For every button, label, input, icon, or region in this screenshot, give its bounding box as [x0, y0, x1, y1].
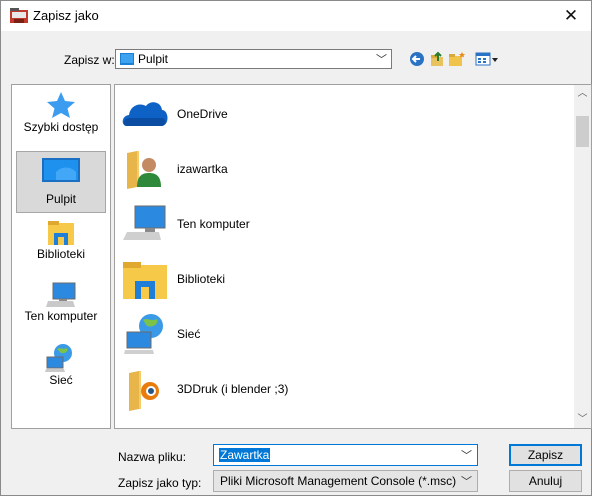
list-item[interactable]: Biblioteki — [119, 253, 559, 305]
app-icon — [10, 8, 28, 23]
back-icon[interactable] — [409, 51, 427, 67]
libraries-icon — [48, 221, 74, 245]
place-quick-access[interactable]: Szybki dostęp — [16, 90, 106, 148]
scroll-up-icon[interactable]: ︿ — [574, 85, 591, 102]
desktop-icon — [42, 158, 80, 182]
window-title: Zapisz jako — [33, 8, 99, 23]
save-as-dialog: Zapisz jako ✕ Zapisz w: Pulpit ﹀ Szybki … — [0, 0, 592, 496]
computer-icon — [46, 282, 76, 307]
place-libraries[interactable]: Biblioteki — [16, 219, 106, 271]
onedrive-icon — [122, 102, 168, 126]
place-label: Ten komputer — [24, 309, 98, 323]
item-label: izawartka — [177, 162, 228, 176]
user-folder-icon — [127, 151, 161, 189]
item-label: Sieć — [177, 327, 201, 341]
place-label: Sieć — [49, 373, 73, 387]
new-folder-icon[interactable] — [448, 51, 466, 67]
place-network[interactable]: Sieć — [16, 343, 106, 395]
filename-value[interactable]: Zawartka — [219, 448, 271, 462]
item-label: Ten komputer — [177, 217, 250, 231]
save-in-value: Pulpit — [138, 52, 169, 66]
network-icon — [124, 314, 163, 354]
places-bar: Szybki dostęp Pulpit Biblioteki Ten komp… — [11, 84, 111, 429]
list-item[interactable]: Sieć — [119, 308, 559, 360]
close-button[interactable]: ✕ — [551, 1, 591, 31]
filetype-label: Zapisz jako typ: — [118, 476, 202, 490]
place-label: Biblioteki — [36, 247, 86, 261]
chevron-down-icon: ﹀ — [461, 476, 472, 488]
blender-folder-icon — [129, 371, 159, 411]
scroll-thumb[interactable] — [576, 116, 589, 147]
save-in-label: Zapisz w: — [64, 53, 115, 67]
desktop-icon — [120, 53, 134, 65]
vertical-scrollbar[interactable]: ︿ ﹀ — [574, 85, 591, 428]
title-bar: Zapisz jako ✕ — [1, 1, 591, 31]
item-label: Biblioteki — [177, 272, 226, 286]
chevron-down-icon[interactable]: ﹀ — [461, 447, 472, 463]
list-item[interactable]: izawartka — [119, 143, 559, 195]
list-item[interactable]: 3DDruk (i blender ;3) — [119, 363, 559, 415]
view-menu-icon[interactable] — [475, 51, 499, 67]
save-button[interactable]: Zapisz — [509, 444, 582, 466]
place-desktop[interactable]: Pulpit — [16, 151, 106, 213]
place-label: Szybki dostęp — [23, 120, 99, 134]
place-label: Pulpit — [45, 192, 77, 206]
star-icon — [47, 92, 75, 118]
file-list[interactable]: OneDrive izawartka Ten komputer Bibliote… — [114, 84, 592, 429]
close-icon: ✕ — [563, 6, 579, 25]
filename-label: Nazwa pliku: — [118, 450, 187, 464]
scroll-down-icon[interactable]: ﹀ — [574, 411, 591, 428]
filetype-value: Pliki Microsoft Management Console (*.ms… — [220, 474, 457, 488]
item-label: OneDrive — [177, 107, 228, 121]
item-label: 3DDruk (i blender ;3) — [177, 382, 289, 396]
save-in-dropdown[interactable]: Pulpit ﹀ — [115, 49, 392, 69]
list-item[interactable]: OneDrive — [119, 88, 559, 140]
libraries-icon — [123, 262, 167, 299]
network-icon — [45, 344, 72, 372]
filename-input[interactable]: Zawartka ﹀ — [213, 444, 478, 466]
place-this-pc[interactable]: Ten komputer — [16, 281, 106, 333]
computer-icon — [123, 205, 166, 240]
list-item[interactable]: Ten komputer — [119, 198, 559, 250]
filetype-dropdown[interactable]: Pliki Microsoft Management Console (*.ms… — [213, 470, 478, 492]
cancel-button[interactable]: Anuluj — [509, 470, 582, 492]
chevron-down-icon: ﹀ — [376, 54, 387, 66]
up-folder-icon[interactable] — [429, 51, 447, 67]
